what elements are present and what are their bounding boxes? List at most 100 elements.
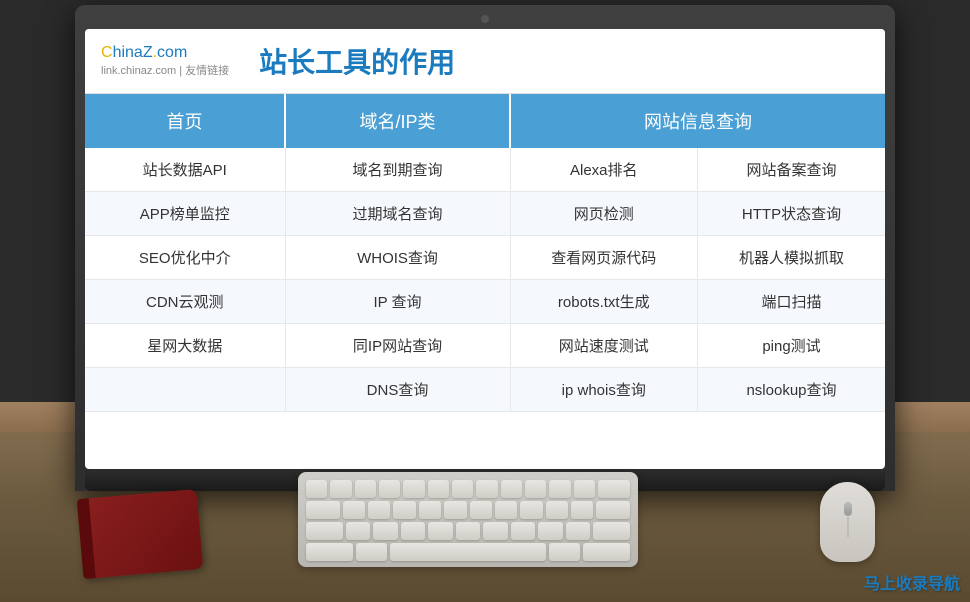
table-cell: HTTP状态查询 [698,192,886,236]
key [403,480,424,498]
key [483,522,508,540]
keyboard-keys [306,480,630,561]
logo-chinaz: ChinaZ.com [101,44,229,62]
bottom-right-text: 马上收录导航 [864,570,960,594]
table-body: 站长数据API域名到期查询Alexa排名网站备案查询APP榜单监控过期域名查询网… [85,148,885,412]
key-shift [593,522,630,540]
monitor-screen: ChinaZ.com link.chinaz.com | 友情链接 站长工具的作… [85,29,885,469]
key [343,501,365,519]
screen-header: ChinaZ.com link.chinaz.com | 友情链接 站长工具的作… [85,29,885,94]
key [306,480,327,498]
key [566,522,591,540]
page-title: 站长工具的作用 [259,41,455,81]
table-cell: 端口扫描 [698,280,886,324]
table-row: APP榜单监控过期域名查询网页检测HTTP状态查询 [85,192,885,236]
table-cell: 网站速度测试 [510,324,698,368]
key [511,522,536,540]
header-siteinfo: 网站信息查询 [510,94,885,148]
key-ctrl-r [583,543,630,561]
key-ctrl-l [306,543,353,561]
table-cell: 站长数据API [85,148,285,192]
table-header-row: 首页 域名/IP类 网站信息查询 [85,94,885,148]
key [444,501,466,519]
key [525,480,546,498]
key [330,480,351,498]
key-row-1 [306,480,630,498]
key [452,480,473,498]
camera-notch [481,15,489,23]
key [379,480,400,498]
key [549,543,580,561]
table-cell: nslookup查询 [698,368,886,412]
table-cell: CDN云观测 [85,280,285,324]
key-row-4 [306,543,630,561]
mouse-divider [847,517,848,537]
key-tab [306,501,340,519]
key [346,522,371,540]
key-enter [596,501,630,519]
table-cell: 查看网页源代码 [510,236,698,280]
table-cell [85,368,285,412]
table-cell: 网站备案查询 [698,148,886,192]
header-home: 首页 [85,94,285,148]
table-row: 站长数据API域名到期查询Alexa排名网站备案查询 [85,148,885,192]
key [546,501,568,519]
table-cell: APP榜单监控 [85,192,285,236]
key [571,501,593,519]
key [419,501,441,519]
content-table: 首页 域名/IP类 网站信息查询 站长数据API域名到期查询Alexa排名网站备… [85,94,885,412]
table-cell: 域名到期查询 [285,148,510,192]
mouse [820,482,875,562]
key-backspace [598,480,630,498]
table-row: CDN云观测IP 查询robots.txt生成端口扫描 [85,280,885,324]
key [401,522,426,540]
key [428,522,453,540]
key [549,480,570,498]
table-cell: SEO优化中介 [85,236,285,280]
logo-area: ChinaZ.com link.chinaz.com | 友情链接 [101,44,229,78]
key [373,522,398,540]
key [501,480,522,498]
header-domain: 域名/IP类 [285,94,510,148]
key [476,480,497,498]
key [428,480,449,498]
key-space [390,543,546,561]
table-cell: DNS查询 [285,368,510,412]
key [368,501,390,519]
logo-c: C [101,44,113,61]
key [456,522,481,540]
table-row: SEO优化中介WHOIS查询查看网页源代码机器人模拟抓取 [85,236,885,280]
table-cell: ping测试 [698,324,886,368]
key [538,522,563,540]
mouse-scroll-wheel [844,502,852,516]
key-row-3 [306,522,630,540]
table-cell: IP 查询 [285,280,510,324]
key-caps [306,522,343,540]
table-cell: 星网大数据 [85,324,285,368]
table-cell: Alexa排名 [510,148,698,192]
key [520,501,542,519]
table-cell: 过期域名查询 [285,192,510,236]
keyboard [298,472,638,567]
table-cell: 机器人模拟抓取 [698,236,886,280]
key [393,501,415,519]
notebook [77,489,204,579]
key [355,480,376,498]
table-cell: ip whois查询 [510,368,698,412]
table-cell: robots.txt生成 [510,280,698,324]
key [356,543,387,561]
logo-hinaz: hinaZ [113,44,153,61]
table-cell: 网页检测 [510,192,698,236]
logo-com: com [157,44,187,61]
table-cell: 同IP网站查询 [285,324,510,368]
key [495,501,517,519]
table-cell: WHOIS查询 [285,236,510,280]
logo-subtitle: link.chinaz.com | 友情链接 [101,62,229,78]
table-row: DNS查询ip whois查询nslookup查询 [85,368,885,412]
key [574,480,595,498]
table-row: 星网大数据同IP网站查询网站速度测试ping测试 [85,324,885,368]
monitor-frame: ChinaZ.com link.chinaz.com | 友情链接 站长工具的作… [75,5,895,491]
monitor: ChinaZ.com link.chinaz.com | 友情链接 站长工具的作… [75,5,895,551]
key [470,501,492,519]
key-row-2 [306,501,630,519]
